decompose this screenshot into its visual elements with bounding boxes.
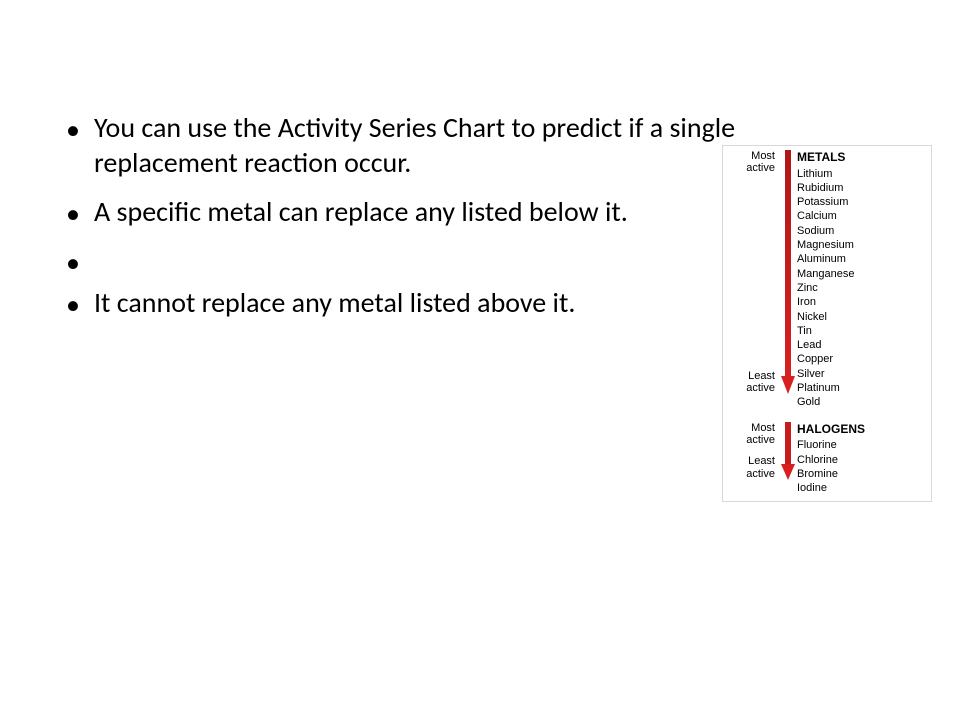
halogen-item: Bromine xyxy=(797,467,927,481)
halogen-item: Fluorine xyxy=(797,438,927,452)
metal-item: Magnesium xyxy=(797,238,927,252)
label-least-active: Least active xyxy=(727,370,775,394)
metal-item: Manganese xyxy=(797,267,927,281)
metal-item: Platinum xyxy=(797,381,927,395)
metals-list: METALS Lithium Rubidium Potassium Calciu… xyxy=(797,150,927,410)
metal-item: Sodium xyxy=(797,224,927,238)
metal-item: Gold xyxy=(797,395,927,409)
halogens-list: HALOGENS Fluorine Chlorine Bromine Iodin… xyxy=(797,422,927,496)
halogens-heading: HALOGENS xyxy=(797,422,927,438)
metals-section: Most active Least active METALS Lithium … xyxy=(727,150,927,410)
halogens-arrow xyxy=(779,422,797,496)
metal-item: Aluminum xyxy=(797,252,927,266)
bullet-item: It cannot replace any metal listed above… xyxy=(60,285,774,320)
halogen-item: Chlorine xyxy=(797,453,927,467)
bullet-text: You can use the Activity Series Chart to… xyxy=(94,110,735,180)
label-most-active: Most active xyxy=(727,150,775,174)
halogens-section: Most active Least active HALOGENS Fluori… xyxy=(727,422,927,496)
metal-item: Calcium xyxy=(797,209,927,223)
halogens-labels: Most active Least active xyxy=(727,422,779,480)
halogen-item: Iodine xyxy=(797,481,927,495)
metal-item: Rubidium xyxy=(797,181,927,195)
metal-item: Tin xyxy=(797,324,927,338)
metal-item: Silver xyxy=(797,367,927,381)
metals-arrow xyxy=(779,150,797,410)
arrow-down-icon xyxy=(781,150,795,394)
activity-series-chart: Most active Least active METALS Lithium … xyxy=(722,145,932,502)
metal-item: Iron xyxy=(797,295,927,309)
metals-labels: Most active Least active xyxy=(727,150,779,394)
bullet-text: A specific metal can replace any listed … xyxy=(94,194,628,229)
bullet-item: A specific metal can replace any listed … xyxy=(60,194,774,229)
metal-item: Lead xyxy=(797,338,927,352)
label-most-active: Most active xyxy=(727,422,775,446)
bullet-item: You can use the Activity Series Chart to… xyxy=(60,110,774,180)
metal-item: Lithium xyxy=(797,167,927,181)
section-gap xyxy=(727,410,927,422)
metal-item: Zinc xyxy=(797,281,927,295)
arrow-down-icon xyxy=(781,422,795,480)
label-least-active: Least active xyxy=(727,455,775,479)
metal-item: Potassium xyxy=(797,195,927,209)
bullet-text: It cannot replace any metal listed above… xyxy=(94,285,575,320)
metals-heading: METALS xyxy=(797,150,927,166)
bullet-gap xyxy=(60,243,740,271)
metal-item: Copper xyxy=(797,352,927,366)
metal-item: Nickel xyxy=(797,310,927,324)
